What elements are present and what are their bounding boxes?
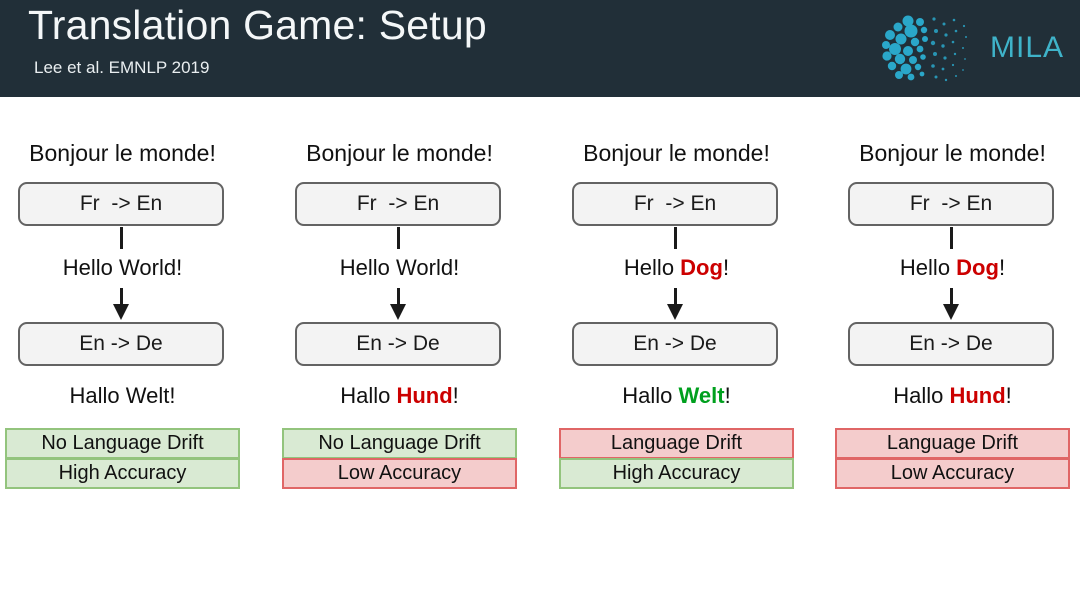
intermediate-highlight: Dog: [680, 255, 723, 280]
intermediate-highlight: Dog: [956, 255, 999, 280]
pipeline-column-1: Bonjour le monde! Fr -> En Hello World! …: [0, 130, 245, 510]
intermediate-prefix: Hello: [339, 255, 397, 280]
slide-header: Translation Game: Setup Lee et al. EMNLP…: [0, 0, 1080, 97]
output-suffix: !: [452, 383, 459, 408]
intermediate-prefix: Hello: [62, 255, 120, 280]
intermediate-text: Hello World!: [277, 255, 522, 281]
translator-box-en-de[interactable]: En -> De: [572, 322, 778, 366]
output-highlight: Hund: [396, 383, 453, 408]
translator-box-fr-en[interactable]: Fr -> En: [848, 182, 1054, 226]
intermediate-text: Hello Dog!: [830, 255, 1075, 281]
output-text: Hallo Hund!: [277, 383, 522, 409]
mila-logo: MILA: [878, 11, 1063, 87]
output-prefix: Hallo: [622, 383, 679, 408]
pipeline-column-2: Bonjour le monde! Fr -> En Hello World! …: [277, 130, 522, 510]
output-prefix: Hallo: [69, 383, 126, 408]
pipeline-column-4: Bonjour le monde! Fr -> En Hello Dog! En…: [830, 130, 1075, 510]
outcome-drift-badge: No Language Drift: [282, 428, 517, 459]
output-highlight: Hund: [949, 383, 1006, 408]
source-text: Bonjour le monde!: [306, 140, 493, 166]
output-text: Hallo Welt!: [554, 383, 799, 409]
page-subtitle: Lee et al. EMNLP 2019: [34, 58, 210, 77]
outcome-accuracy-badge: Low Accuracy: [835, 458, 1070, 489]
connector-arrow-icon: [390, 288, 406, 320]
translator-box-en-de[interactable]: En -> De: [848, 322, 1054, 366]
output-text: Hallo Hund!: [830, 383, 1075, 409]
intermediate-suffix: World!: [396, 255, 460, 280]
connector-line: [674, 227, 677, 249]
intermediate-suffix: !: [722, 255, 730, 280]
output-highlight: Welt: [678, 383, 725, 408]
intermediate-text: Hello Dog!: [554, 255, 799, 281]
connector-arrow-icon: [667, 288, 683, 320]
connector-line: [397, 227, 400, 249]
translator-box-fr-en[interactable]: Fr -> En: [18, 182, 224, 226]
source-text: Bonjour le monde!: [583, 140, 770, 166]
source-text: Bonjour le monde!: [29, 140, 216, 166]
mila-logo-text: MILA: [990, 31, 1065, 64]
outcome-stack: Language Drift High Accuracy: [559, 428, 794, 489]
translator-box-fr-en[interactable]: Fr -> En: [295, 182, 501, 226]
intermediate-suffix: !: [998, 255, 1006, 280]
translator-box-en-de[interactable]: En -> De: [295, 322, 501, 366]
output-suffix: Welt!: [125, 383, 176, 408]
outcome-stack: No Language Drift Low Accuracy: [282, 428, 517, 489]
translator-box-fr-en[interactable]: Fr -> En: [572, 182, 778, 226]
pipeline-column-3: Bonjour le monde! Fr -> En Hello Dog! En…: [554, 130, 799, 510]
intermediate-prefix: Hello: [899, 255, 957, 280]
page-title: Translation Game: Setup: [28, 2, 487, 48]
intermediate-text: Hello World!: [0, 255, 245, 281]
outcome-drift-badge: No Language Drift: [5, 428, 240, 459]
outcome-accuracy-badge: High Accuracy: [5, 458, 240, 489]
outcome-drift-badge: Language Drift: [835, 428, 1070, 459]
output-suffix: !: [724, 383, 731, 408]
connector-line: [120, 227, 123, 249]
output-prefix: Hallo: [340, 383, 397, 408]
outcome-drift-badge: Language Drift: [559, 428, 794, 459]
connector-arrow-icon: [943, 288, 959, 320]
outcome-stack: Language Drift Low Accuracy: [835, 428, 1070, 489]
translator-box-en-de[interactable]: En -> De: [18, 322, 224, 366]
output-suffix: !: [1005, 383, 1012, 408]
outcome-stack: No Language Drift High Accuracy: [5, 428, 240, 489]
connector-line: [950, 227, 953, 249]
output-prefix: Hallo: [893, 383, 950, 408]
outcome-accuracy-badge: Low Accuracy: [282, 458, 517, 489]
output-text: Hallo Welt!: [0, 383, 245, 409]
source-text: Bonjour le monde!: [859, 140, 1046, 166]
intermediate-prefix: Hello: [623, 255, 681, 280]
intermediate-suffix: World!: [119, 255, 183, 280]
connector-arrow-icon: [113, 288, 129, 320]
outcome-accuracy-badge: High Accuracy: [559, 458, 794, 489]
mila-brain-icon: [882, 15, 967, 82]
